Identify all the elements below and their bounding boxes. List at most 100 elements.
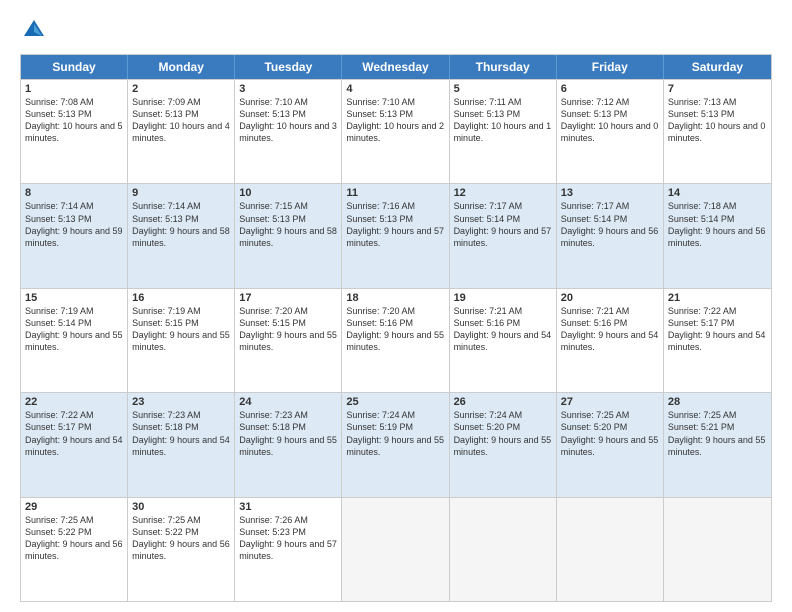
cal-cell: 17Sunrise: 7:20 AMSunset: 5:15 PMDayligh…	[235, 289, 342, 392]
calendar: SundayMondayTuesdayWednesdayThursdayFrid…	[20, 54, 772, 602]
day-number: 18	[346, 292, 444, 304]
day-number: 31	[239, 501, 337, 513]
calendar-header: SundayMondayTuesdayWednesdayThursdayFrid…	[21, 55, 771, 79]
day-number: 27	[561, 396, 659, 408]
day-info: Sunrise: 7:20 AMSunset: 5:15 PMDaylight:…	[239, 305, 337, 354]
page: SundayMondayTuesdayWednesdayThursdayFrid…	[0, 0, 792, 612]
cal-cell: 14Sunrise: 7:18 AMSunset: 5:14 PMDayligh…	[664, 184, 771, 287]
header-day-monday: Monday	[128, 55, 235, 79]
cal-cell: 20Sunrise: 7:21 AMSunset: 5:16 PMDayligh…	[557, 289, 664, 392]
day-info: Sunrise: 7:22 AMSunset: 5:17 PMDaylight:…	[668, 305, 767, 354]
day-number: 24	[239, 396, 337, 408]
day-info: Sunrise: 7:24 AMSunset: 5:19 PMDaylight:…	[346, 409, 444, 458]
cal-cell: 28Sunrise: 7:25 AMSunset: 5:21 PMDayligh…	[664, 393, 771, 496]
day-info: Sunrise: 7:17 AMSunset: 5:14 PMDaylight:…	[454, 200, 552, 249]
week-row-5: 29Sunrise: 7:25 AMSunset: 5:22 PMDayligh…	[21, 497, 771, 601]
cal-cell: 21Sunrise: 7:22 AMSunset: 5:17 PMDayligh…	[664, 289, 771, 392]
day-info: Sunrise: 7:21 AMSunset: 5:16 PMDaylight:…	[561, 305, 659, 354]
day-number: 20	[561, 292, 659, 304]
day-number: 26	[454, 396, 552, 408]
day-number: 8	[25, 187, 123, 199]
cal-cell	[664, 498, 771, 601]
day-info: Sunrise: 7:09 AMSunset: 5:13 PMDaylight:…	[132, 96, 230, 145]
header-day-wednesday: Wednesday	[342, 55, 449, 79]
cal-cell	[450, 498, 557, 601]
logo-icon	[20, 16, 48, 44]
cal-cell: 8Sunrise: 7:14 AMSunset: 5:13 PMDaylight…	[21, 184, 128, 287]
day-number: 17	[239, 292, 337, 304]
day-number: 23	[132, 396, 230, 408]
cal-cell: 26Sunrise: 7:24 AMSunset: 5:20 PMDayligh…	[450, 393, 557, 496]
day-number: 15	[25, 292, 123, 304]
cal-cell: 6Sunrise: 7:12 AMSunset: 5:13 PMDaylight…	[557, 80, 664, 183]
header	[20, 16, 772, 44]
day-info: Sunrise: 7:23 AMSunset: 5:18 PMDaylight:…	[132, 409, 230, 458]
day-info: Sunrise: 7:10 AMSunset: 5:13 PMDaylight:…	[239, 96, 337, 145]
day-number: 7	[668, 83, 767, 95]
cal-cell: 16Sunrise: 7:19 AMSunset: 5:15 PMDayligh…	[128, 289, 235, 392]
day-info: Sunrise: 7:20 AMSunset: 5:16 PMDaylight:…	[346, 305, 444, 354]
cal-cell: 2Sunrise: 7:09 AMSunset: 5:13 PMDaylight…	[128, 80, 235, 183]
cal-cell: 29Sunrise: 7:25 AMSunset: 5:22 PMDayligh…	[21, 498, 128, 601]
header-day-thursday: Thursday	[450, 55, 557, 79]
cal-cell: 25Sunrise: 7:24 AMSunset: 5:19 PMDayligh…	[342, 393, 449, 496]
cal-cell: 19Sunrise: 7:21 AMSunset: 5:16 PMDayligh…	[450, 289, 557, 392]
cal-cell: 13Sunrise: 7:17 AMSunset: 5:14 PMDayligh…	[557, 184, 664, 287]
day-number: 21	[668, 292, 767, 304]
day-number: 4	[346, 83, 444, 95]
day-number: 12	[454, 187, 552, 199]
week-row-2: 8Sunrise: 7:14 AMSunset: 5:13 PMDaylight…	[21, 183, 771, 287]
day-info: Sunrise: 7:22 AMSunset: 5:17 PMDaylight:…	[25, 409, 123, 458]
day-number: 16	[132, 292, 230, 304]
cal-cell: 1Sunrise: 7:08 AMSunset: 5:13 PMDaylight…	[21, 80, 128, 183]
header-day-sunday: Sunday	[21, 55, 128, 79]
cal-cell: 12Sunrise: 7:17 AMSunset: 5:14 PMDayligh…	[450, 184, 557, 287]
cal-cell: 23Sunrise: 7:23 AMSunset: 5:18 PMDayligh…	[128, 393, 235, 496]
day-info: Sunrise: 7:14 AMSunset: 5:13 PMDaylight:…	[25, 200, 123, 249]
cal-cell: 31Sunrise: 7:26 AMSunset: 5:23 PMDayligh…	[235, 498, 342, 601]
day-info: Sunrise: 7:25 AMSunset: 5:22 PMDaylight:…	[25, 514, 123, 563]
day-info: Sunrise: 7:16 AMSunset: 5:13 PMDaylight:…	[346, 200, 444, 249]
day-info: Sunrise: 7:15 AMSunset: 5:13 PMDaylight:…	[239, 200, 337, 249]
day-info: Sunrise: 7:21 AMSunset: 5:16 PMDaylight:…	[454, 305, 552, 354]
cal-cell: 11Sunrise: 7:16 AMSunset: 5:13 PMDayligh…	[342, 184, 449, 287]
day-info: Sunrise: 7:17 AMSunset: 5:14 PMDaylight:…	[561, 200, 659, 249]
day-info: Sunrise: 7:26 AMSunset: 5:23 PMDaylight:…	[239, 514, 337, 563]
header-day-saturday: Saturday	[664, 55, 771, 79]
logo	[20, 16, 52, 44]
week-row-1: 1Sunrise: 7:08 AMSunset: 5:13 PMDaylight…	[21, 79, 771, 183]
cal-cell: 7Sunrise: 7:13 AMSunset: 5:13 PMDaylight…	[664, 80, 771, 183]
week-row-3: 15Sunrise: 7:19 AMSunset: 5:14 PMDayligh…	[21, 288, 771, 392]
cal-cell: 24Sunrise: 7:23 AMSunset: 5:18 PMDayligh…	[235, 393, 342, 496]
cal-cell: 9Sunrise: 7:14 AMSunset: 5:13 PMDaylight…	[128, 184, 235, 287]
day-info: Sunrise: 7:18 AMSunset: 5:14 PMDaylight:…	[668, 200, 767, 249]
day-info: Sunrise: 7:25 AMSunset: 5:21 PMDaylight:…	[668, 409, 767, 458]
day-number: 19	[454, 292, 552, 304]
day-number: 10	[239, 187, 337, 199]
cal-cell	[557, 498, 664, 601]
cal-cell: 30Sunrise: 7:25 AMSunset: 5:22 PMDayligh…	[128, 498, 235, 601]
cal-cell: 5Sunrise: 7:11 AMSunset: 5:13 PMDaylight…	[450, 80, 557, 183]
cal-cell: 10Sunrise: 7:15 AMSunset: 5:13 PMDayligh…	[235, 184, 342, 287]
cal-cell: 15Sunrise: 7:19 AMSunset: 5:14 PMDayligh…	[21, 289, 128, 392]
header-day-friday: Friday	[557, 55, 664, 79]
week-row-4: 22Sunrise: 7:22 AMSunset: 5:17 PMDayligh…	[21, 392, 771, 496]
day-number: 1	[25, 83, 123, 95]
day-info: Sunrise: 7:23 AMSunset: 5:18 PMDaylight:…	[239, 409, 337, 458]
day-info: Sunrise: 7:11 AMSunset: 5:13 PMDaylight:…	[454, 96, 552, 145]
day-number: 22	[25, 396, 123, 408]
cal-cell: 18Sunrise: 7:20 AMSunset: 5:16 PMDayligh…	[342, 289, 449, 392]
cal-cell: 27Sunrise: 7:25 AMSunset: 5:20 PMDayligh…	[557, 393, 664, 496]
day-info: Sunrise: 7:24 AMSunset: 5:20 PMDaylight:…	[454, 409, 552, 458]
day-info: Sunrise: 7:12 AMSunset: 5:13 PMDaylight:…	[561, 96, 659, 145]
day-info: Sunrise: 7:19 AMSunset: 5:15 PMDaylight:…	[132, 305, 230, 354]
day-number: 29	[25, 501, 123, 513]
day-number: 11	[346, 187, 444, 199]
day-number: 3	[239, 83, 337, 95]
cal-cell: 3Sunrise: 7:10 AMSunset: 5:13 PMDaylight…	[235, 80, 342, 183]
day-number: 25	[346, 396, 444, 408]
day-info: Sunrise: 7:13 AMSunset: 5:13 PMDaylight:…	[668, 96, 767, 145]
day-number: 5	[454, 83, 552, 95]
day-info: Sunrise: 7:10 AMSunset: 5:13 PMDaylight:…	[346, 96, 444, 145]
cal-cell: 22Sunrise: 7:22 AMSunset: 5:17 PMDayligh…	[21, 393, 128, 496]
